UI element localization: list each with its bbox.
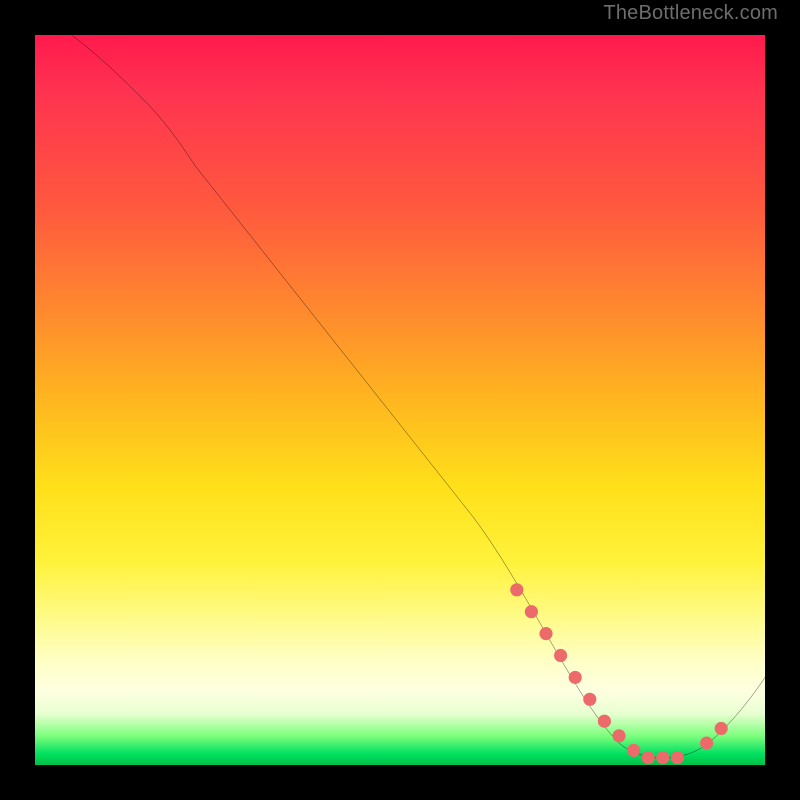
bottleneck-curve-path: [72, 35, 766, 758]
watermark-text: TheBottleneck.com: [603, 2, 778, 25]
chart-plot-area: [35, 35, 765, 765]
chart-frame: [20, 20, 780, 780]
highlight-dots: [510, 583, 728, 764]
chart-svg: [35, 35, 765, 765]
